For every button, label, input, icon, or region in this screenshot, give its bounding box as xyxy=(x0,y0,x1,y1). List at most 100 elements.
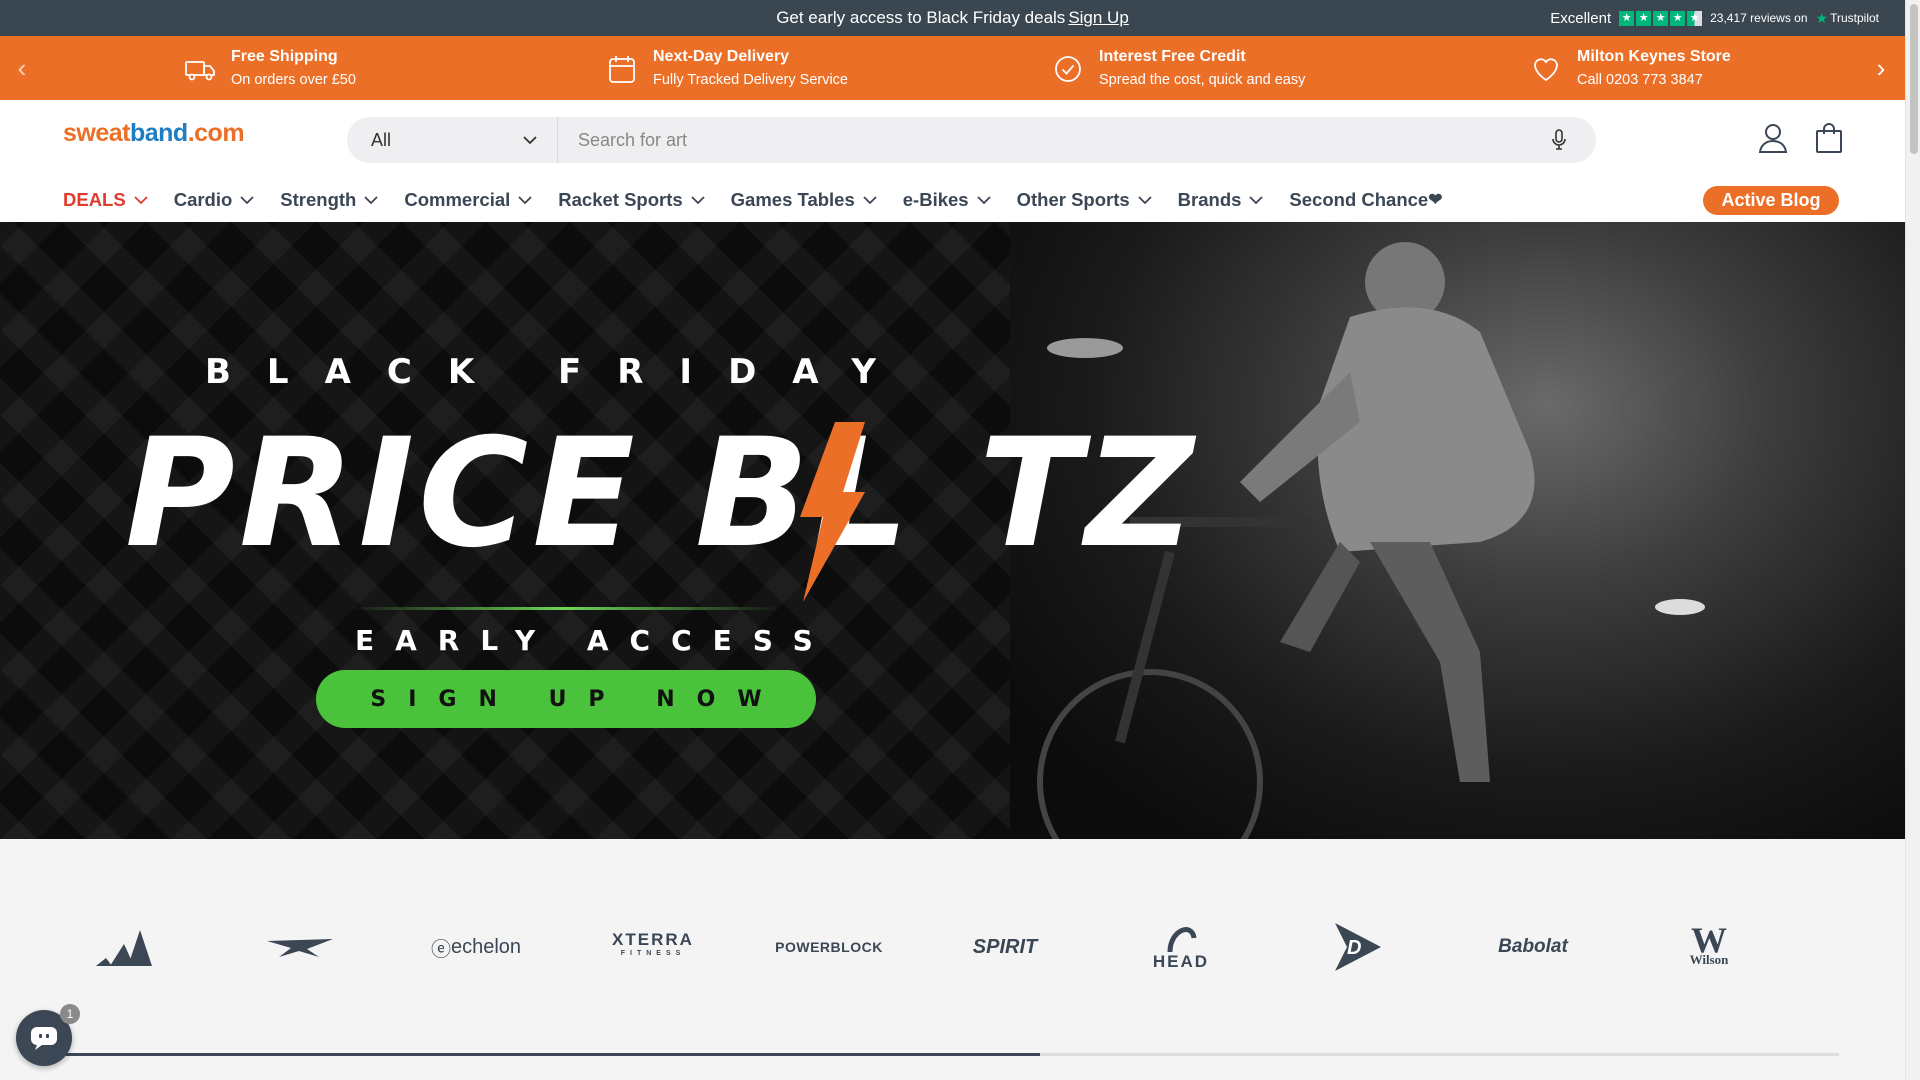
half-star-icon: ★ xyxy=(1687,10,1703,26)
star-icon: ★ xyxy=(1636,10,1652,26)
nav-item-deals[interactable]: DEALS xyxy=(63,189,148,211)
brand-logo-reebok[interactable] xyxy=(230,917,370,977)
nav-item-other-sports[interactable]: Other Sports xyxy=(1017,189,1152,211)
active-blog-button[interactable]: Active Blog xyxy=(1703,186,1839,215)
sign-up-now-button[interactable]: SIGN UP NOW xyxy=(316,670,816,728)
chat-notification-badge: 1 xyxy=(60,1004,80,1024)
nav-item-second-chance[interactable]: Second Chance ❤ xyxy=(1289,189,1442,211)
logo-part-band: band xyxy=(129,119,188,147)
page: Get early access to Black Friday deals S… xyxy=(0,0,1920,1080)
usp-item-store[interactable]: Milton Keynes Store Call 0203 773 3847 xyxy=(1529,46,1731,92)
usp-title: Interest Free Credit xyxy=(1099,48,1246,65)
brand-xterra-text: XTERRA xyxy=(612,930,694,949)
usp-item-shipping[interactable]: Free Shipping On orders over £50 xyxy=(183,46,356,92)
account-icon[interactable] xyxy=(1758,122,1788,154)
usp-subtitle: Fully Tracked Delivery Service xyxy=(653,72,848,88)
hero-headline-part2: TZ xyxy=(978,407,1199,581)
head-logo-icon xyxy=(1167,927,1197,952)
hero-divider xyxy=(350,607,780,610)
trustpilot-reviews: 23,417 reviews on xyxy=(1710,11,1808,25)
brand-logo-powerblock[interactable]: POWERBLOCK xyxy=(759,917,899,977)
brand-logo-head[interactable]: HEAD xyxy=(1111,917,1251,977)
trustpilot-stars: ★ ★ ★ ★ ★ xyxy=(1619,10,1703,26)
nav-item-brands[interactable]: Brands xyxy=(1178,189,1264,211)
search-input[interactable] xyxy=(558,117,1536,163)
chevron-down-icon xyxy=(1138,195,1152,204)
usp-item-delivery[interactable]: Next-Day Delivery Fully Tracked Delivery … xyxy=(605,46,848,92)
brand-wilson-text: Wilson xyxy=(1689,952,1729,967)
calendar-icon xyxy=(609,56,635,83)
announcement-text: Get early access to Black Friday deals xyxy=(776,8,1066,27)
nav-item-games-tables[interactable]: Games Tables xyxy=(731,189,877,211)
main-navigation: DEALS Cardio Strength Commercial Racket … xyxy=(63,182,1468,218)
brand-logo-adidas[interactable] xyxy=(54,917,194,977)
usp-subtitle: Call 0203 773 3847 xyxy=(1577,72,1703,88)
nav-label: Commercial xyxy=(404,189,511,210)
nav-label: e-Bikes xyxy=(902,189,969,210)
svg-text:D: D xyxy=(1347,937,1361,959)
check-circle-icon xyxy=(1055,56,1081,82)
chevron-down-icon xyxy=(976,195,991,204)
nav-item-cardio[interactable]: Cardio xyxy=(174,189,255,211)
wilson-w-icon: W xyxy=(1691,920,1727,960)
brand-logo-babolat[interactable]: Babolat xyxy=(1463,917,1603,977)
announcement-signup-link[interactable]: Sign Up xyxy=(1068,8,1128,28)
announcement-bar: Get early access to Black Friday deals S… xyxy=(0,0,1905,36)
brand-carousel: ⓔ echelon XTERRA FITNESS POWERBLOCK SPIRIT… xyxy=(0,839,1905,1080)
nav-label: Strength xyxy=(280,189,357,210)
nav-item-strength[interactable]: Strength xyxy=(280,189,378,211)
heart-icon: ❤ xyxy=(1428,190,1443,209)
nav-label: Racket Sports xyxy=(558,189,683,210)
carousel-progress-bar[interactable] xyxy=(63,1053,1839,1056)
trustpilot-star-icon: ★ xyxy=(1815,9,1829,26)
chat-bubble-icon xyxy=(31,1027,57,1050)
star-icon: ★ xyxy=(1670,10,1686,26)
echelon-mark-icon: ⓔ xyxy=(430,938,451,961)
nav-label: Cardio xyxy=(173,189,233,210)
brand-logo-echelon[interactable]: ⓔ echelon xyxy=(406,917,546,977)
trustpilot-rating-word: Excellent xyxy=(1550,9,1612,27)
chat-launcher-button[interactable]: 1 xyxy=(16,1004,80,1066)
chevron-down-icon xyxy=(518,195,532,204)
search-bar: All xyxy=(347,117,1596,163)
hero-headline-price-blitz: PRICE BL TZ xyxy=(125,407,1198,581)
brand-logo-dunlop[interactable]: D xyxy=(1287,917,1427,977)
usp-item-credit[interactable]: Interest Free Credit Spread the cost, qui… xyxy=(1051,46,1305,92)
usp-title: Milton Keynes Store xyxy=(1577,48,1731,65)
adidas-logo-icon xyxy=(96,930,152,966)
usp-next-arrow-icon[interactable]: › xyxy=(1867,54,1895,82)
search-category-select[interactable]: All xyxy=(347,117,558,163)
star-icon: ★ xyxy=(1619,10,1635,26)
brand-logo-xterra[interactable]: XTERRA FITNESS xyxy=(583,917,723,977)
usp-subtitle: On orders over £50 xyxy=(231,72,356,88)
scrollbar-thumb[interactable] xyxy=(1910,4,1918,154)
heart-icon xyxy=(1534,58,1558,82)
chevron-down-icon xyxy=(863,195,877,204)
usp-subtitle: Spread the cost, quick and easy xyxy=(1099,72,1306,88)
dunlop-logo-icon: D xyxy=(1335,923,1381,971)
hero-banner[interactable]: BLACK FRIDAY PRICE BL TZ EARLY ACCESS SIG… xyxy=(0,222,1905,839)
trustpilot-widget[interactable]: Excellent ★ ★ ★ ★ ★ 23,417 reviews on ★ T… xyxy=(1550,0,1879,36)
logo-part-com: .com xyxy=(187,119,245,147)
shopping-bag-icon[interactable] xyxy=(1815,122,1843,154)
nav-label: Games Tables xyxy=(730,189,855,210)
trustpilot-brand: Trustpilot xyxy=(1830,11,1879,25)
site-logo[interactable]: sweatband.com xyxy=(63,119,245,148)
hero-subheadline: EARLY ACCESS xyxy=(355,624,834,657)
usp-prev-arrow-icon[interactable]: ‹ xyxy=(8,54,36,82)
chevron-down-icon xyxy=(364,195,378,204)
nav-item-commercial[interactable]: Commercial xyxy=(404,189,532,211)
hero-headline-black-friday: BLACK FRIDAY xyxy=(205,352,912,392)
logo-part-sweat: sweat xyxy=(63,119,130,147)
truck-icon xyxy=(185,61,215,81)
trustpilot-logo: ★ Trustpilot xyxy=(1816,10,1879,27)
chevron-down-icon xyxy=(523,135,537,144)
chevron-down-icon xyxy=(691,195,705,204)
usp-bar: ‹ Free Shipping On orders over £50 Next-D… xyxy=(0,36,1905,100)
brand-logo-spirit[interactable]: SPIRIT xyxy=(935,917,1075,977)
nav-item-racket-sports[interactable]: Racket Sports xyxy=(558,189,705,211)
brand-logo-wilson[interactable]: W Wilson xyxy=(1639,917,1779,977)
microphone-icon[interactable] xyxy=(1536,117,1582,163)
nav-item-e-bikes[interactable]: e-Bikes xyxy=(903,189,991,211)
page-scrollbar[interactable] xyxy=(1905,0,1920,1080)
